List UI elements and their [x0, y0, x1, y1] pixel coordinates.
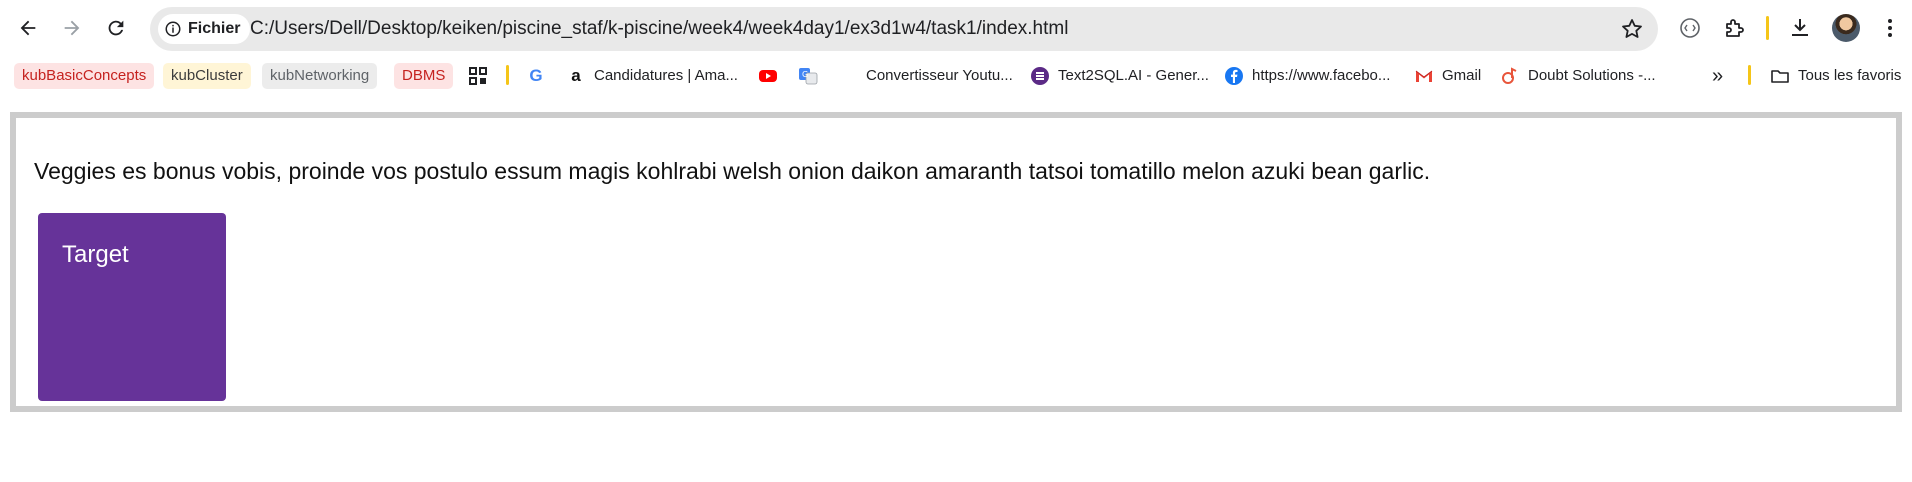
url-text[interactable]: C:/Users/Dell/Desktop/keiken/piscine_sta… — [250, 7, 1068, 51]
address-bar[interactable]: Fichier C:/Users/Dell/Desktop/keiken/pis… — [150, 7, 1658, 51]
facebook-icon — [1225, 67, 1243, 85]
bookmarks-bar: kubBasicConcepts kubCluster kubNetworkin… — [0, 60, 1912, 92]
extensions-icon[interactable] — [1720, 14, 1748, 42]
bookmark-label: Convertisseur Youtu... — [866, 67, 1013, 84]
folder-icon — [1771, 70, 1789, 83]
bookmark-kubnetworking[interactable]: kubNetworking — [262, 63, 378, 89]
apps-icon[interactable] — [468, 63, 488, 89]
gmail-icon — [1415, 70, 1433, 82]
bookmark-label: Gmail — [1442, 67, 1482, 84]
doubt-solutions-icon — [1502, 67, 1517, 84]
youtube-icon — [759, 70, 777, 82]
bookmark-label: DBMS — [402, 67, 446, 84]
target-box[interactable]: Target — [38, 213, 226, 401]
bookmark-label: kubBasicConcepts — [22, 67, 147, 84]
info-icon — [165, 21, 181, 37]
toolbar-separator — [1766, 16, 1769, 40]
overflow-chevron-icon: » — [1712, 65, 1724, 87]
reload-icon — [108, 20, 124, 36]
content-frame: Veggies es bonus vobis, proinde vos post… — [10, 112, 1902, 412]
google-icon: G — [529, 66, 543, 85]
bookmark-dbms[interactable]: DBMS — [394, 63, 454, 89]
back-button[interactable] — [10, 10, 46, 46]
bookmark-google[interactable]: G — [526, 63, 546, 89]
site-info-chip[interactable]: Fichier — [158, 14, 251, 44]
lens-icon[interactable] — [1676, 14, 1704, 42]
forward-button[interactable] — [54, 10, 90, 46]
avatar[interactable] — [1832, 14, 1860, 42]
bookmark-facebook[interactable]: https://www.facebo... — [1224, 63, 1390, 89]
amazon-icon: a — [571, 66, 581, 85]
bookmark-gmail[interactable]: Gmail — [1414, 63, 1481, 89]
back-icon — [20, 20, 36, 36]
all-bookmarks-folder[interactable]: Tous les favoris — [1770, 63, 1901, 89]
reload-button[interactable] — [98, 10, 134, 46]
translate-icon: G — [799, 68, 818, 85]
bookmark-label: Tous les favoris — [1798, 67, 1902, 84]
browser-toolbar: Fichier C:/Users/Dell/Desktop/keiken/pis… — [0, 0, 1912, 58]
site-chip-label: Fichier — [188, 20, 241, 37]
forward-icon — [64, 20, 80, 36]
bookmark-doubt-solutions[interactable]: Doubt Solutions -... — [1500, 63, 1656, 89]
bookmark-label: kubNetworking — [270, 67, 370, 84]
download-icon[interactable] — [1786, 14, 1814, 42]
text2sql-icon — [1031, 67, 1049, 85]
bookmark-youtube[interactable] — [758, 63, 778, 89]
bookmark-label: Candidatures | Ama... — [594, 67, 738, 84]
bookmark-text2sql[interactable]: Text2SQL.AI - Gener... — [1030, 63, 1209, 89]
bookmark-kubbasicconcepts[interactable]: kubBasicConcepts — [14, 63, 155, 89]
bookmarks-overflow-button[interactable]: » — [1712, 63, 1723, 89]
bookmarks-separator — [506, 65, 509, 85]
bookmark-translate[interactable]: G — [798, 63, 818, 89]
menu-icon[interactable] — [1876, 14, 1904, 42]
bookmark-kubcluster[interactable]: kubCluster — [163, 63, 251, 89]
bookmark-label: Doubt Solutions -... — [1528, 67, 1656, 84]
paragraph-text: Veggies es bonus vobis, proinde vos post… — [34, 158, 1431, 184]
star-icon[interactable] — [1620, 17, 1644, 41]
bookmark-label: https://www.facebo... — [1252, 67, 1391, 84]
bookmark-label: kubCluster — [171, 67, 243, 84]
bookmark-label: Text2SQL.AI - Gener... — [1058, 67, 1209, 84]
bookmarks-separator — [1748, 65, 1751, 85]
svg-text:G: G — [802, 70, 808, 79]
target-label: Target — [62, 241, 129, 268]
bookmark-convertisseur[interactable]: Convertisseur Youtu... — [866, 63, 1013, 89]
bookmark-candidatures[interactable]: a Candidatures | Ama... — [566, 63, 738, 89]
